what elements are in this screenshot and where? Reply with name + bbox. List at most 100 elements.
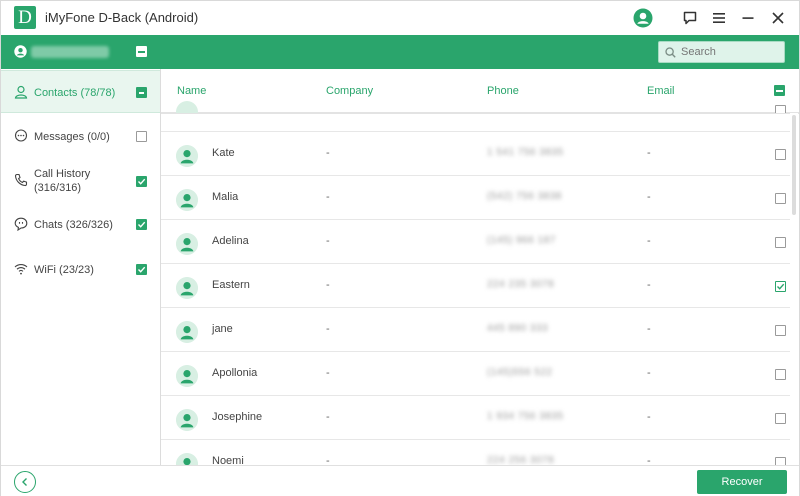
select-all-checkbox[interactable] [136, 46, 147, 57]
title-bar: D iMyFone D-Back (Android) [1, 1, 799, 35]
app-window: D iMyFone D-Back (Android) Search Contac… [0, 0, 800, 496]
search-icon [665, 46, 676, 58]
account-icon[interactable] [632, 7, 654, 29]
sidebar-item-label: Call History [34, 168, 91, 180]
contact-company: - [326, 279, 330, 291]
contact-avatar-icon [176, 189, 198, 211]
contacts-checkbox[interactable] [136, 87, 147, 98]
contact-phone: (542) 756 3838 [487, 191, 562, 202]
header-divider [161, 113, 799, 114]
sidebar-item-label: WiFi (23/23) [34, 264, 94, 276]
contact-email: - [647, 147, 651, 159]
person-icon [14, 85, 28, 99]
contact-company: - [326, 323, 330, 335]
table-row[interactable]: Malia - (542) 756 3838 - [161, 176, 791, 220]
contact-email: - [647, 191, 651, 203]
contact-avatar-icon [176, 321, 198, 343]
table-row[interactable]: Eastern - 224 235 3078 - [161, 264, 791, 308]
contact-company: - [326, 191, 330, 203]
contact-email: - [647, 455, 651, 465]
wifi-checkbox[interactable] [136, 264, 147, 275]
contact-phone: 1 934 756 3835 [487, 411, 564, 422]
contact-name: Malia [212, 191, 239, 203]
contact-email: - [647, 323, 651, 335]
user-icon [14, 45, 27, 58]
contact-avatar-icon [176, 365, 198, 387]
table-row[interactable]: jane - 445 890 333 - [161, 308, 791, 352]
scroll-thumb[interactable] [792, 115, 796, 215]
search-box[interactable] [658, 41, 785, 63]
sidebar: Contacts (78/78) Messages (0/0) Call His… [1, 35, 161, 465]
table-row[interactable]: Apollonia - (145)556 522 - [161, 352, 791, 396]
contact-email: - [647, 367, 651, 379]
contacts-table: Name Company Phone Email Kate -1 541 756 … [161, 69, 799, 465]
sidebar-item-call-history[interactable]: Call History (316/316) [1, 159, 160, 203]
contact-name: jane [212, 323, 233, 335]
contact-email: - [647, 279, 651, 291]
table-row[interactable]: Josephine - 1 934 756 3835 - [161, 396, 791, 440]
contact-avatar-icon [176, 233, 198, 255]
contact-name: Kate [212, 147, 235, 159]
wifi-icon [14, 264, 28, 275]
contact-avatar-icon [176, 409, 198, 431]
device-account-bar[interactable] [1, 35, 161, 69]
contact-phone: 224 256 3078 [487, 455, 555, 465]
contact-name: Eastern [212, 279, 250, 291]
sidebar-item-wifi[interactable]: WiFi (23/23) [1, 247, 160, 291]
blurred-account-name [31, 46, 109, 58]
sidebar-item-contacts[interactable]: Contacts (78/78) [1, 70, 160, 113]
checkmark-icon [138, 178, 146, 185]
contact-phone: (145) 966 187 [487, 235, 556, 246]
row-checkbox[interactable] [775, 237, 786, 248]
chats-checkbox[interactable] [136, 219, 147, 230]
app-title: iMyFone D-Back (Android) [45, 10, 199, 25]
table-row[interactable]: Noemi - 224 256 3078 - [161, 440, 791, 465]
contact-phone: 224 235 3078 [487, 279, 555, 290]
sidebar-item-messages[interactable]: Messages (0/0) [1, 115, 160, 157]
contact-company: - [326, 455, 330, 465]
feedback-icon[interactable] [679, 7, 701, 29]
close-icon[interactable] [767, 7, 789, 29]
table-row[interactable]: Kate - 1 541 756 3835 - [161, 132, 791, 176]
contact-name: Noemi [212, 455, 244, 465]
header-mask [161, 113, 791, 131]
contact-company: - [326, 147, 330, 159]
row-checkbox[interactable] [775, 149, 786, 160]
contact-phone: 1 541 756 3835 [487, 147, 564, 158]
contact-email: - [647, 411, 651, 423]
back-button[interactable] [14, 471, 36, 493]
chevron-left-icon [22, 478, 27, 486]
row-checkbox[interactable] [775, 413, 786, 424]
minimize-icon[interactable] [737, 7, 759, 29]
message-icon [14, 129, 28, 142]
checkmark-icon [138, 266, 146, 273]
chat-icon [14, 217, 28, 231]
contact-avatar-icon [176, 453, 198, 465]
search-input[interactable] [681, 46, 781, 58]
row-checkbox[interactable] [775, 325, 786, 336]
contact-name: Apollonia [212, 367, 258, 379]
contact-company: - [326, 235, 330, 247]
header-band [161, 35, 799, 69]
footer-bar: Recover [1, 465, 799, 496]
recover-button[interactable]: Recover [697, 470, 787, 494]
row-checkbox[interactable] [775, 281, 786, 292]
contact-name: Josephine [212, 411, 263, 423]
phone-icon [14, 173, 28, 187]
row-checkbox[interactable] [775, 193, 786, 204]
checkmark-icon [777, 283, 785, 290]
table-row[interactable]: Adelina - (145) 966 187 - [161, 220, 791, 264]
menu-icon[interactable] [708, 7, 730, 29]
row-checkbox[interactable] [775, 457, 786, 465]
contact-phone: (145)556 522 [487, 367, 553, 378]
contact-company: - [326, 367, 330, 379]
scrollbar[interactable] [790, 113, 798, 465]
contact-name: Adelina [212, 235, 249, 247]
sidebar-item-chats[interactable]: Chats (326/326) [1, 203, 160, 247]
sidebar-item-label: Messages (0/0) [34, 131, 110, 143]
call-history-checkbox[interactable] [136, 176, 147, 187]
messages-checkbox[interactable] [136, 131, 147, 142]
app-logo: D [14, 6, 36, 29]
contact-phone: 445 890 333 [487, 323, 549, 334]
row-checkbox[interactable] [775, 369, 786, 380]
